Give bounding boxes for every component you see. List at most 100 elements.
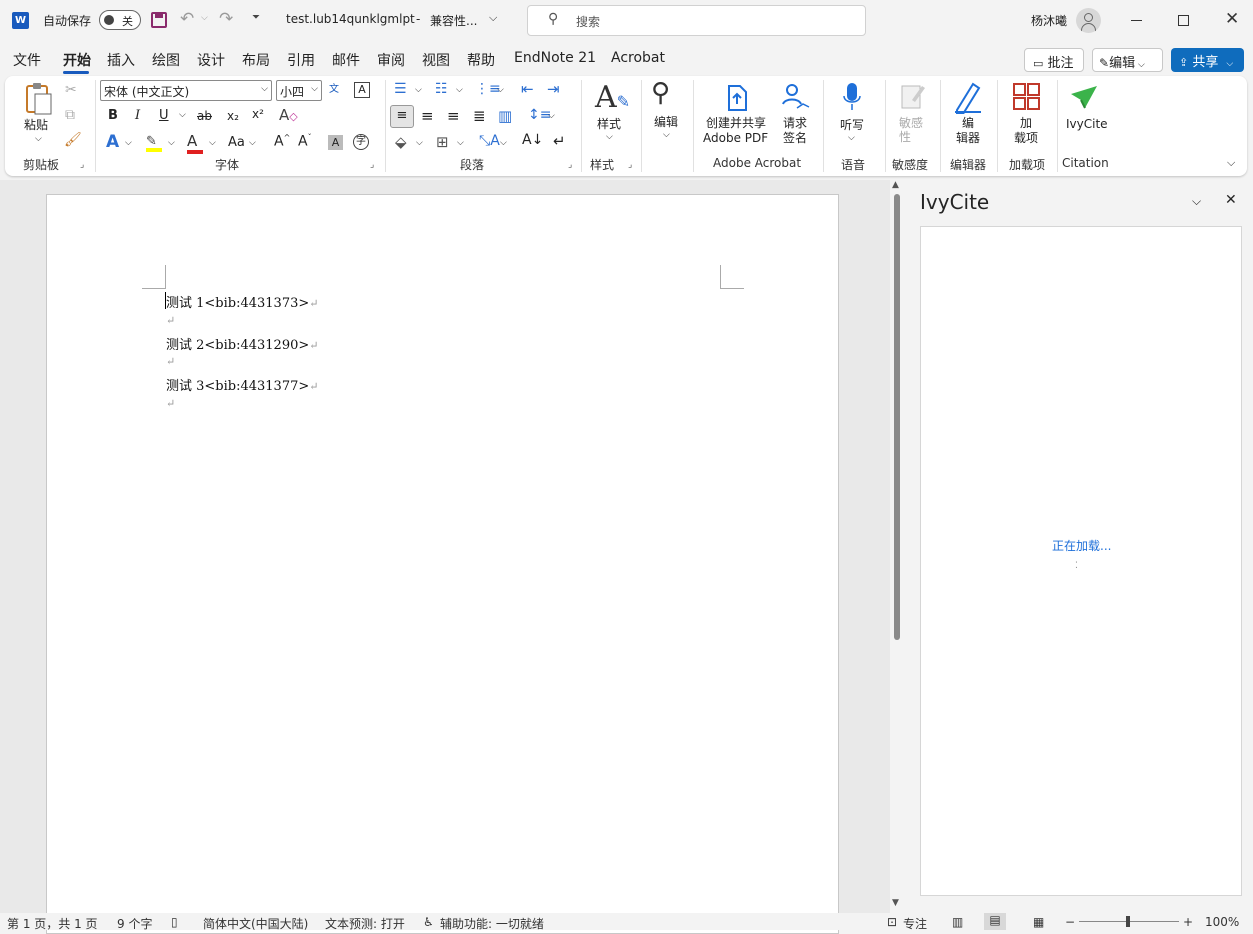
tab-review[interactable]: 审阅 (377, 50, 405, 70)
word-logo-icon[interactable]: W (12, 12, 29, 29)
accessibility-status[interactable]: 辅助功能: 一切就绪 (440, 915, 544, 932)
document-line-1[interactable]: 测试 1<bib:4431373>↵ (166, 292, 319, 311)
redo-icon[interactable]: ↷ (219, 9, 233, 29)
styles-dropdown-icon[interactable]: ⌵ (606, 130, 613, 144)
focus-icon[interactable]: ⊡ (887, 915, 897, 929)
shading-icon[interactable]: ⬙ (395, 133, 407, 151)
tab-home[interactable]: 开始 (63, 50, 91, 70)
empty-paragraph[interactable]: ↵ (166, 314, 175, 327)
decrease-indent-icon[interactable]: ⇤ (521, 80, 534, 98)
scroll-up-icon[interactable]: ▲ (892, 180, 899, 190)
sort-icon[interactable]: A↓ (522, 132, 543, 148)
align-center-icon[interactable]: ≡ (421, 107, 434, 125)
highlight-dropdown-icon[interactable]: ⌵ (168, 138, 175, 148)
change-case-button[interactable]: Aa (228, 135, 245, 150)
avatar-icon[interactable] (1076, 8, 1101, 33)
bold-button[interactable]: B (108, 108, 118, 123)
justify-icon[interactable]: ≣ (473, 107, 486, 125)
paste-label[interactable]: 粘贴 (24, 118, 48, 132)
dictate-label[interactable]: 听写 (840, 118, 864, 132)
dictate-dropdown-icon[interactable]: ⌵ (848, 131, 855, 145)
show-marks-icon[interactable]: ↵ (553, 132, 566, 150)
document-line-2[interactable]: 测试 2<bib:4431290>↵ (166, 334, 319, 353)
change-case-dropdown-icon[interactable]: ⌵ (249, 138, 256, 148)
zoom-slider-thumb[interactable] (1126, 916, 1130, 927)
request-sign-label-2[interactable]: 签名 (783, 131, 807, 145)
addins-icon[interactable] (1012, 82, 1042, 112)
styles-launcher-icon[interactable]: ⌟ (628, 160, 632, 170)
page-count[interactable]: 第 1 页，共 1 页 (7, 915, 98, 932)
asian-layout-dropdown-icon[interactable]: ⌵ (500, 138, 507, 148)
minimize-icon[interactable] (1131, 20, 1142, 21)
scroll-down-icon[interactable]: ▼ (892, 898, 899, 908)
styles-label[interactable]: 样式 (597, 117, 621, 131)
empty-paragraph[interactable]: ↵ (166, 397, 175, 410)
enclose-char-icon[interactable]: 字 (353, 134, 369, 150)
distributed-icon[interactable]: ▥ (498, 107, 512, 125)
ivycite-icon[interactable] (1069, 84, 1099, 112)
document-line-3[interactable]: 测试 3<bib:4431377>↵ (166, 375, 319, 394)
tab-design[interactable]: 设计 (197, 50, 225, 70)
numbering-dropdown-icon[interactable]: ⌵ (456, 85, 463, 95)
create-share-label-2[interactable]: Adobe PDF (703, 131, 768, 145)
clipboard-launcher-icon[interactable]: ⌟ (80, 160, 84, 170)
copy-icon[interactable]: ⧉ (65, 107, 75, 123)
tab-draw[interactable]: 绘图 (152, 50, 180, 70)
tab-endnote[interactable]: EndNote 21 (514, 50, 596, 66)
sensitivity-label-1[interactable]: 敏感 (899, 116, 923, 130)
font-launcher-icon[interactable]: ⌟ (370, 160, 374, 170)
edit-mode-button[interactable]: ✎编辑 ⌵ (1092, 48, 1163, 72)
font-name-select[interactable]: 宋体 (中文正文) ⌵ (100, 80, 272, 101)
editor-icon[interactable] (951, 80, 985, 114)
bullets-icon[interactable]: ☰ (394, 81, 407, 97)
autosave-toggle[interactable]: 关 (99, 10, 141, 30)
tab-mailings[interactable]: 邮件 (332, 50, 360, 70)
subscript-button[interactable]: x₂ (227, 109, 239, 123)
align-left-button[interactable]: ≡ (390, 105, 414, 128)
editing-dropdown-icon[interactable]: ⌵ (663, 128, 670, 142)
format-painter-icon[interactable]: 🖌 (64, 132, 82, 148)
strikethrough-button[interactable]: ab (197, 109, 212, 123)
increase-indent-icon[interactable]: ⇥ (547, 80, 560, 98)
user-name[interactable]: 杨沐曦 (1031, 12, 1067, 29)
empty-paragraph[interactable]: ↵ (166, 355, 175, 368)
char-border-icon[interactable]: A (354, 82, 370, 98)
shrink-font-icon[interactable]: Aˇ (298, 133, 312, 150)
maximize-icon[interactable] (1178, 15, 1189, 26)
tab-references[interactable]: 引用 (287, 50, 315, 70)
web-layout-icon[interactable]: ▦ (1033, 915, 1044, 929)
paragraph-launcher-icon[interactable]: ⌟ (568, 160, 572, 170)
create-share-label-1[interactable]: 创建并共享 (706, 116, 766, 130)
word-count[interactable]: 9 个字 (117, 915, 152, 932)
editor-label-2[interactable]: 辑器 (956, 131, 980, 145)
undo-dropdown-icon[interactable]: ⌵ (201, 13, 208, 23)
highlight-icon[interactable]: ✎ (146, 134, 162, 152)
sensitivity-icon[interactable] (898, 82, 928, 112)
line-spacing-dropdown-icon[interactable]: ⌵ (548, 111, 555, 121)
tab-view[interactable]: 视图 (422, 50, 450, 70)
paste-icon[interactable] (23, 82, 53, 116)
numbering-icon[interactable]: ☷ (435, 81, 448, 97)
microphone-icon[interactable] (843, 82, 861, 112)
zoom-slider[interactable] (1079, 916, 1179, 927)
text-effects-dropdown-icon[interactable]: ⌵ (125, 138, 132, 148)
share-button[interactable]: ⇪ 共享 ⌵ (1171, 48, 1244, 72)
ivycite-label[interactable]: IvyCite (1066, 117, 1108, 131)
cut-icon[interactable]: ✂ (65, 82, 77, 98)
styles-icon[interactable]: A✎ (595, 80, 630, 115)
title-dropdown-icon[interactable]: ⌵ (489, 11, 497, 25)
tab-acrobat[interactable]: Acrobat (611, 50, 665, 66)
accessibility-icon[interactable]: ♿ (423, 915, 434, 929)
save-icon[interactable] (151, 12, 167, 28)
editing-label[interactable]: 编辑 (654, 115, 678, 129)
multilevel-dropdown-icon[interactable]: ⌵ (497, 85, 504, 95)
pane-options-icon[interactable]: ⌵ (1192, 194, 1201, 209)
scroll-thumb[interactable] (894, 194, 900, 640)
compat-mode-label[interactable]: 兼容性... (430, 12, 477, 29)
font-size-select[interactable]: 小四 ⌵ (276, 80, 322, 101)
tab-insert[interactable]: 插入 (107, 50, 135, 70)
zoom-out-icon[interactable]: − (1065, 915, 1075, 929)
phonetic-guide-icon[interactable]: 文 (329, 80, 339, 95)
tab-layout[interactable]: 布局 (242, 50, 270, 70)
request-signature-icon[interactable] (779, 82, 811, 112)
